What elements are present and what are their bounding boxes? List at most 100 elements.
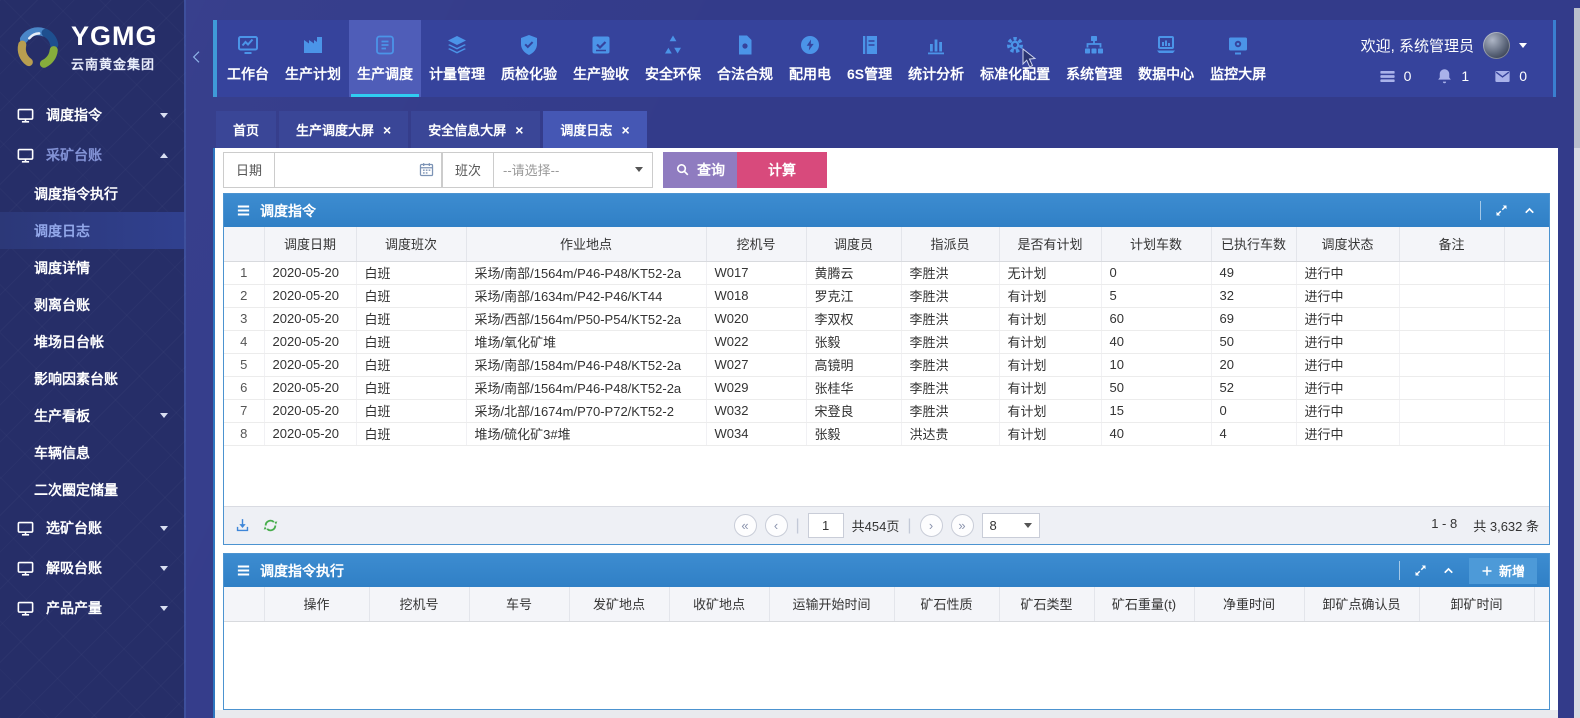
column-header[interactable]: 操作	[264, 587, 369, 621]
column-header[interactable]: 车号	[469, 587, 569, 621]
column-header[interactable]: 矿石重量(t)	[1094, 587, 1194, 621]
topnav-item-监控大屏[interactable]: 监控大屏	[1202, 20, 1274, 97]
column-header[interactable]: 卸矿点确认员	[1304, 587, 1419, 621]
column-header[interactable]: 矿石性质	[894, 587, 999, 621]
table-cell: 进行中	[1296, 422, 1399, 445]
add-button[interactable]: 新增	[1469, 558, 1537, 584]
table-row[interactable]: 22020-05-20白班采场/南部/1634m/P42-P46/KT44W01…	[224, 284, 1549, 307]
column-header[interactable]: 收矿地点	[669, 587, 769, 621]
sidebar-item-剥离台账[interactable]: 剥离台账	[0, 286, 184, 323]
calendar-icon[interactable]	[418, 161, 435, 178]
table-row[interactable]: 72020-05-20白班采场/北部/1674m/P70-P72/KT52-2W…	[224, 399, 1549, 422]
topnav-item-质检化验[interactable]: 质检化验	[493, 20, 565, 97]
table-row[interactable]: 32020-05-20白班采场/西部/1564m/P50-P54/KT52-2a…	[224, 307, 1549, 330]
calc-button[interactable]: 计算	[737, 152, 827, 188]
query-button[interactable]: 查询	[663, 152, 737, 188]
date-input[interactable]	[283, 162, 418, 177]
date-field[interactable]	[274, 152, 442, 188]
collapse-panel-icon[interactable]	[1522, 203, 1537, 218]
column-header[interactable]: 卸矿时间	[1419, 587, 1534, 621]
sidebar-group-解吸台账[interactable]: 解吸台账	[0, 548, 184, 588]
first-page-button[interactable]: «	[733, 514, 756, 537]
sidebar-item-堆场日台帐[interactable]: 堆场日台帐	[0, 323, 184, 360]
topnav-item-配用电[interactable]: 配用电	[781, 20, 839, 97]
topnav-item-生产验收[interactable]: 生产验收	[565, 20, 637, 97]
table-row[interactable]: 82020-05-20白班堆场/硫化矿3#堆W034张毅洪达贵有计划404进行中	[224, 422, 1549, 445]
column-header[interactable]: 调度班次	[356, 227, 466, 261]
user-caret-icon[interactable]	[1519, 43, 1527, 48]
column-header[interactable]: 调度状态	[1296, 227, 1399, 261]
sidebar-item-调度指令执行[interactable]: 调度指令执行	[0, 175, 184, 212]
topnav-item-系统管理[interactable]: 系统管理	[1058, 20, 1130, 97]
sidebar-item-二次圈定储量[interactable]: 二次圈定储量	[0, 471, 184, 508]
table-cell: 50	[1101, 376, 1211, 399]
topnav-item-6S管理[interactable]: 6S管理	[839, 20, 900, 97]
tab-安全信息大屏[interactable]: 安全信息大屏×	[411, 111, 540, 148]
topnav-item-生产调度[interactable]: 生产调度	[349, 20, 421, 97]
tab-生产调度大屏[interactable]: 生产调度大屏×	[279, 111, 408, 148]
sidebar-group-调度指令[interactable]: 调度指令	[0, 95, 184, 135]
avatar[interactable]	[1483, 32, 1510, 59]
horizontal-scrollbar[interactable]	[215, 710, 1558, 718]
sidebar-group-产品产量[interactable]: 产品产量	[0, 588, 184, 628]
badge-mail-icon[interactable]: 0	[1493, 67, 1527, 86]
table-row[interactable]: 42020-05-20白班堆场/氧化矿堆W022张毅李胜洪有计划4050进行中	[224, 330, 1549, 353]
sidebar-item-调度日志[interactable]: 调度日志	[0, 212, 184, 249]
column-header[interactable]: 净重时间	[1194, 587, 1304, 621]
brand-logo[interactable]: YGMG 云南黄金集团	[0, 0, 184, 95]
topnav-item-标准化配置[interactable]: 标准化配置	[972, 20, 1058, 97]
topnav-item-数据中心[interactable]: 数据中心	[1130, 20, 1202, 97]
page-size-select[interactable]: 8	[982, 513, 1040, 538]
next-page-button[interactable]: ›	[920, 514, 943, 537]
download-icon[interactable]	[234, 517, 251, 534]
topnav-item-统计分析[interactable]: 统计分析	[900, 20, 972, 97]
column-header[interactable]: 指派员	[901, 227, 999, 261]
tab-调度日志[interactable]: 调度日志×	[543, 111, 646, 148]
column-header[interactable]: 挖机号	[369, 587, 469, 621]
topnav-item-计量管理[interactable]: 计量管理	[421, 20, 493, 97]
expand-icon[interactable]	[1494, 203, 1509, 218]
column-header[interactable]: 计划车数	[1101, 227, 1211, 261]
vertical-scrollbar[interactable]	[1574, 8, 1580, 718]
column-header[interactable]: 已执行车数	[1211, 227, 1296, 261]
sidebar-item-车辆信息[interactable]: 车辆信息	[0, 434, 184, 471]
refresh-icon[interactable]	[262, 517, 279, 534]
shift-select[interactable]: --请选择--	[493, 152, 653, 188]
table-row[interactable]: 12020-05-20白班采场/南部/1564m/P46-P48/KT52-2a…	[224, 261, 1549, 284]
close-tab-icon[interactable]: ×	[515, 123, 523, 137]
scrollbar-thumb[interactable]	[1574, 8, 1580, 148]
close-tab-icon[interactable]: ×	[383, 123, 391, 137]
expand-icon[interactable]	[1413, 563, 1428, 578]
topnav-item-生产计划[interactable]: 生产计划	[277, 20, 349, 97]
column-header[interactable]: 调度日期	[264, 227, 356, 261]
column-header[interactable]: 发矿地点	[569, 587, 669, 621]
close-tab-icon[interactable]: ×	[621, 123, 629, 137]
sidebar-collapse-icon[interactable]	[189, 42, 205, 72]
page-input[interactable]	[808, 513, 844, 538]
prev-page-button[interactable]: ‹	[764, 514, 787, 537]
badge-bell-icon[interactable]: 1	[1435, 67, 1469, 86]
sidebar-item-调度详情[interactable]: 调度详情	[0, 249, 184, 286]
sidebar-group-采矿台账[interactable]: 采矿台账	[0, 135, 184, 175]
topnav-item-工作台[interactable]: 工作台	[219, 20, 277, 97]
table-row[interactable]: 62020-05-20白班采场/南部/1564m/P46-P48/KT52-2a…	[224, 376, 1549, 399]
column-header[interactable]: 作业地点	[466, 227, 706, 261]
column-header[interactable]: 备注	[1399, 227, 1504, 261]
topnav-item-安全环保[interactable]: 安全环保	[637, 20, 709, 97]
column-header[interactable]: 调度员	[806, 227, 901, 261]
column-header[interactable]: 是否有计划	[999, 227, 1101, 261]
sidebar-group-选矿台账[interactable]: 选矿台账	[0, 508, 184, 548]
column-header[interactable]	[224, 587, 264, 621]
badge-tasks-icon[interactable]: 0	[1378, 67, 1412, 86]
table-row[interactable]: 52020-05-20白班采场/南部/1584m/P46-P48/KT52-2a…	[224, 353, 1549, 376]
topnav-item-合法合规[interactable]: 合法合规	[709, 20, 781, 97]
column-header[interactable]: 挖机号	[706, 227, 806, 261]
last-page-button[interactable]: »	[951, 514, 974, 537]
column-header[interactable]: 矿石类型	[999, 587, 1094, 621]
sidebar-item-影响因素台账[interactable]: 影响因素台账	[0, 360, 184, 397]
collapse-panel-icon[interactable]	[1441, 563, 1456, 578]
sidebar-item-生产看板[interactable]: 生产看板	[0, 397, 184, 434]
column-header[interactable]	[224, 227, 264, 261]
column-header[interactable]: 运输开始时间	[769, 587, 894, 621]
tab-首页[interactable]: 首页	[216, 111, 276, 148]
